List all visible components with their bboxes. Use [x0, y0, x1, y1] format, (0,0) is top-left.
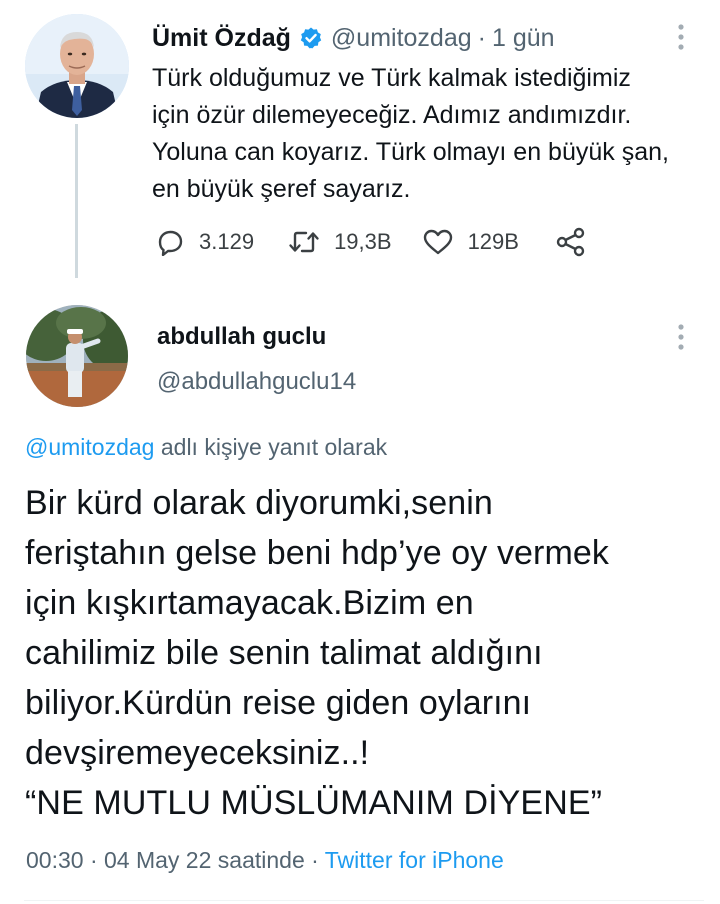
- tweet-text-line: Yoluna can koyarız. Türk olmayı en büyük…: [152, 138, 669, 166]
- reply-button[interactable]: 3.129: [155, 228, 254, 256]
- tweet-time[interactable]: 1 gün: [492, 24, 555, 53]
- tweet-source-link[interactable]: Twitter for iPhone: [325, 847, 504, 873]
- reply-count: 3.129: [199, 229, 255, 254]
- tweet-action-bar: 3.129 19,3B 129B: [155, 222, 587, 262]
- divider: [24, 900, 704, 901]
- tweet-text-line: Bir kürd olarak diyorumki,senin: [25, 484, 493, 522]
- reply-context: @umitozdag adlı kişiye yanıt olarak: [25, 434, 387, 461]
- meta-separator: ·: [304, 847, 325, 873]
- author-handle[interactable]: @umitozdag: [331, 24, 472, 53]
- thread-connector-line: [75, 124, 78, 278]
- author-handle[interactable]: @abdullahguclu14: [157, 368, 356, 396]
- reply-tweet-text: Bir kürd olarak diyorumki,senin feriştah…: [25, 478, 715, 828]
- user-photo-avatar: [26, 305, 128, 407]
- tweet-text-line: feriştahın gelse beni hdp’ye oy vermek: [25, 534, 610, 572]
- avatar-umit-ozdag[interactable]: [25, 14, 129, 118]
- tweet-text-line: devşiremeyeceksiniz..!: [25, 734, 370, 772]
- reply-mention-link[interactable]: @umitozdag: [25, 434, 154, 460]
- tweet-text-line: en büyük şeref sayarız.: [152, 175, 411, 203]
- tweet-timestamp[interactable]: 00:30 · 04 May 22 saatinde: [26, 847, 305, 873]
- share-button[interactable]: [555, 227, 587, 257]
- retweet-icon: [288, 228, 320, 256]
- heart-icon: [422, 228, 454, 256]
- like-count: 129B: [467, 229, 519, 254]
- tweet-header: Ümit Özdağ @umitozdag · 1 gün: [152, 22, 555, 54]
- tweet-text-line: için özür dilemeyeceğiz. Adımız andımızd…: [152, 101, 632, 129]
- avatar-abdullah-guclu[interactable]: [26, 305, 128, 407]
- author-display-name[interactable]: Ümit Özdağ: [152, 24, 291, 53]
- tweet-text-line: “NE MUTLU MÜSLÜMANIM DİYENE”: [25, 784, 603, 822]
- more-vertical-icon[interactable]: [676, 22, 686, 52]
- tweet-text-line: için kışkırtamayacak.Bizim en: [25, 584, 474, 622]
- reply-icon: [155, 228, 185, 256]
- share-icon: [555, 227, 587, 257]
- tweet-text-line: cahilimiz bile senin talimat aldığını: [25, 634, 543, 672]
- more-vertical-icon[interactable]: [676, 322, 686, 352]
- tweet-text-line: Türk olduğumuz ve Türk kalmak istediğimi…: [152, 64, 631, 92]
- tweet-text-line: biliyor.Kürdün reise giden oylarını: [25, 684, 532, 722]
- retweet-count: 19,3B: [334, 229, 392, 254]
- parent-tweet-text: Türk olduğumuz ve Türk kalmak istediğimi…: [152, 60, 702, 208]
- like-button[interactable]: 129B: [422, 228, 519, 256]
- reply-context-text: adlı kişiye yanıt olarak: [154, 434, 388, 460]
- tweet-metadata: 00:30 · 04 May 22 saatinde · Twitter for…: [26, 847, 504, 874]
- author-display-name[interactable]: abdullah guclu: [157, 323, 326, 351]
- user-photo-avatar: [25, 14, 129, 118]
- retweet-button[interactable]: 19,3B: [288, 228, 392, 256]
- header-separator: ·: [477, 23, 486, 52]
- verified-badge-icon: [299, 26, 323, 50]
